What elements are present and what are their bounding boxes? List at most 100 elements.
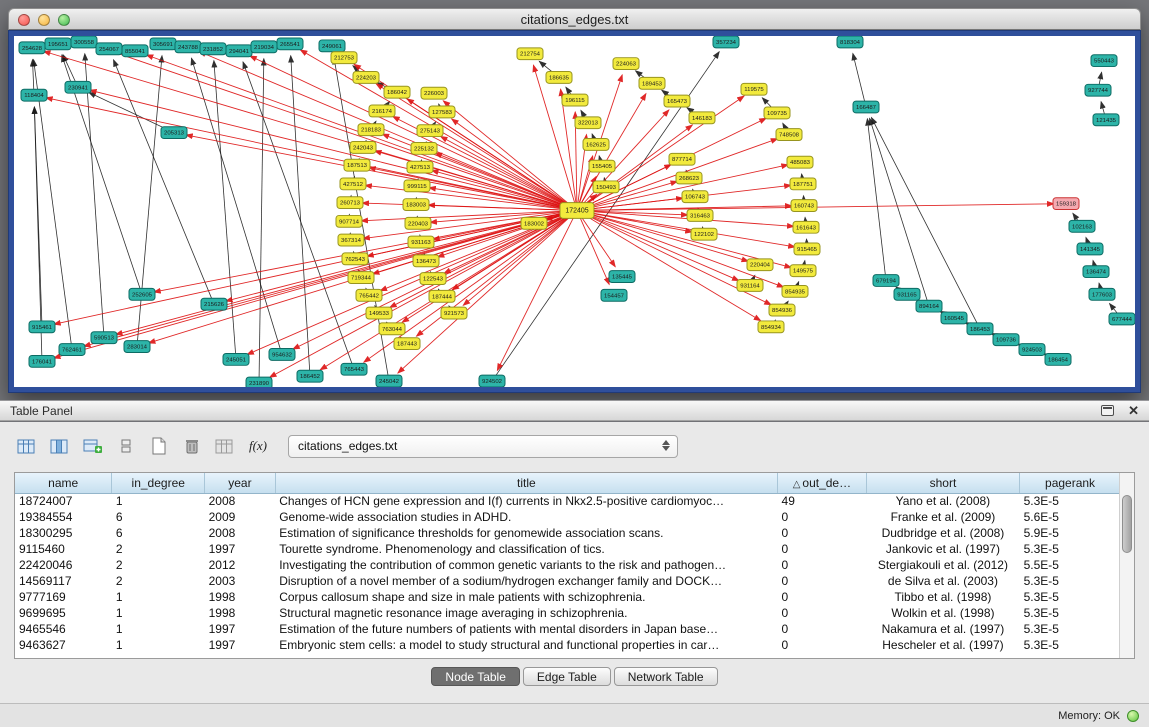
network-node[interactable]: 205313	[161, 127, 187, 139]
table-row[interactable]: 1830029562008Estimation of significance …	[15, 525, 1121, 541]
network-node[interactable]: 186042	[384, 86, 410, 98]
network-node[interactable]: 231890	[246, 377, 272, 387]
network-node[interactable]: 118404	[21, 89, 47, 101]
table-row[interactable]: 969969511998Structural magnetic resonanc…	[15, 605, 1121, 621]
network-node[interactable]: 999115	[404, 180, 430, 192]
network-node[interactable]: 186635	[546, 71, 572, 83]
column-header-out_de[interactable]: △out_de…	[778, 473, 867, 493]
network-node[interactable]: 220404	[747, 259, 773, 271]
network-node[interactable]: 186454	[1045, 353, 1071, 365]
network-node[interactable]: 121435	[1093, 114, 1119, 126]
network-node[interactable]: 818304	[837, 36, 863, 48]
network-node[interactable]: 249061	[319, 40, 345, 52]
network-canvas[interactable]: 2546281956513005582540678550413056912437…	[14, 36, 1135, 387]
network-node[interactable]: 122543	[420, 273, 446, 285]
network-node[interactable]: 226003	[421, 87, 447, 99]
network-node[interactable]: 427512	[340, 178, 366, 190]
network-node[interactable]: 160545	[941, 312, 967, 324]
network-node[interactable]: 166487	[853, 101, 879, 113]
network-node[interactable]: 219034	[251, 41, 277, 53]
network-node[interactable]: 216174	[369, 105, 395, 117]
network-node[interactable]: 719344	[348, 272, 374, 284]
network-node[interactable]: 220403	[405, 217, 431, 229]
network-node[interactable]: 187444	[429, 290, 455, 302]
close-window-button[interactable]	[18, 14, 30, 26]
network-node[interactable]: 187513	[344, 159, 370, 171]
network-node[interactable]: 102163	[1069, 220, 1095, 232]
network-node[interactable]: 915461	[29, 321, 55, 333]
network-node[interactable]: 357234	[713, 36, 739, 48]
network-node[interactable]: 160743	[791, 200, 817, 212]
network-node[interactable]: 215626	[201, 298, 227, 310]
network-node[interactable]: 224203	[353, 71, 379, 83]
network-node[interactable]: 106743	[682, 191, 708, 203]
zoom-window-button[interactable]	[58, 14, 70, 26]
network-node[interactable]: 316463	[687, 210, 713, 222]
network-node[interactable]: 854936	[769, 304, 795, 316]
network-node[interactable]: 196115	[562, 94, 588, 106]
delete-table-icon[interactable]	[179, 434, 205, 458]
network-node[interactable]: 679194	[873, 275, 899, 287]
network-node[interactable]: 915465	[794, 243, 820, 255]
network-node[interactable]: 931164	[737, 280, 763, 292]
network-node[interactable]: 109736	[993, 334, 1019, 346]
network-node[interactable]: 195651	[45, 38, 71, 50]
network-node[interactable]: 931165	[894, 288, 920, 300]
network-node[interactable]: 260713	[337, 197, 363, 209]
network-node[interactable]: 212754	[517, 48, 543, 60]
network-node[interactable]: 135445	[609, 271, 635, 283]
network-node[interactable]: 109735	[764, 107, 790, 119]
network-node[interactable]: 159318	[1053, 198, 1079, 210]
network-node[interactable]: 122102	[691, 228, 717, 240]
network-node[interactable]: 924503	[1019, 344, 1045, 356]
tab-edge-table[interactable]: Edge Table	[523, 667, 611, 686]
show-columns-icon[interactable]	[47, 434, 73, 458]
row-height-icon[interactable]	[113, 434, 139, 458]
network-node[interactable]: 894164	[916, 300, 942, 312]
network-node[interactable]: 187443	[394, 338, 420, 350]
network-node[interactable]: 136473	[413, 255, 439, 267]
network-node[interactable]: 243788	[175, 41, 201, 53]
network-node[interactable]: 254067	[96, 43, 122, 55]
network-node[interactable]: 218183	[358, 124, 384, 136]
new-table-icon[interactable]	[146, 434, 172, 458]
network-node[interactable]: 294041	[226, 45, 252, 57]
network-node[interactable]: 283014	[124, 341, 150, 353]
network-node[interactable]: 924502	[479, 375, 505, 387]
column-header-in_degree[interactable]: in_degree	[112, 473, 205, 493]
table-row[interactable]: 1872400712008Changes of HCN gene express…	[15, 493, 1121, 509]
network-node[interactable]: 245051	[223, 353, 249, 365]
table-row[interactable]: 946554611997Estimation of the future num…	[15, 621, 1121, 637]
network-node[interactable]: 172405	[560, 203, 594, 219]
network-node[interactable]: 877714	[669, 153, 695, 165]
network-node[interactable]: 265541	[277, 38, 303, 50]
network-node[interactable]: 927744	[1085, 84, 1111, 96]
create-column-icon[interactable]	[80, 434, 106, 458]
network-node[interactable]: 550443	[1091, 55, 1117, 67]
network-node[interactable]: 162625	[583, 139, 609, 151]
vertical-scrollbar[interactable]	[1119, 473, 1134, 658]
network-node[interactable]: 150493	[593, 181, 619, 193]
network-node[interactable]: 855041	[122, 45, 148, 57]
network-node[interactable]: 187751	[790, 178, 816, 190]
network-node[interactable]: 161643	[793, 221, 819, 233]
network-node[interactable]: 189453	[639, 77, 665, 89]
network-node[interactable]: 186452	[297, 370, 323, 382]
column-header-title[interactable]: title	[275, 473, 777, 493]
network-node[interactable]: 183003	[403, 199, 429, 211]
network-node[interactable]: 230941	[65, 81, 91, 93]
minimize-window-button[interactable]	[38, 14, 50, 26]
network-table-select[interactable]: citations_edges.txt	[288, 435, 678, 458]
network-node[interactable]: 763044	[379, 323, 405, 335]
table-row[interactable]: 1456911722003Disruption of a novel membe…	[15, 573, 1121, 589]
network-node[interactable]: 212753	[331, 52, 357, 64]
network-node[interactable]: 224063	[613, 58, 639, 70]
tab-node-table[interactable]: Node Table	[431, 667, 520, 686]
network-node[interactable]: 225132	[411, 142, 437, 154]
window-titlebar[interactable]: citations_edges.txt	[8, 8, 1141, 30]
network-node[interactable]: 155405	[589, 160, 615, 172]
close-panel-icon[interactable]: ✕	[1128, 404, 1139, 417]
network-node[interactable]: 762543	[342, 253, 368, 265]
column-header-year[interactable]: year	[205, 473, 276, 493]
network-node[interactable]: 119575	[741, 83, 767, 95]
